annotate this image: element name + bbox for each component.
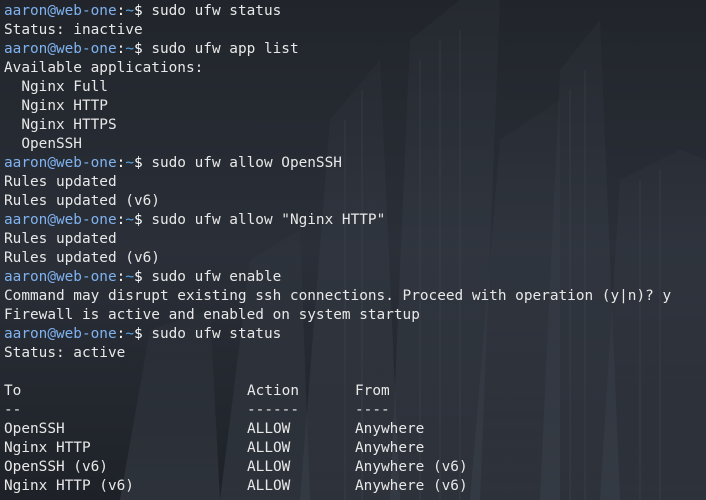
prompt-separator: : [116,326,126,342]
table-divider-row: -- ------ ---- [4,401,706,420]
output-text: Rules updated (v6) [4,193,160,209]
output-text: Rules updated [4,231,117,247]
table-row: OpenSSH (v6) ALLOW Anywhere (v6) [4,458,706,477]
prompt-line: aaron@web-one:~$ sudo ufw status [4,325,706,344]
prompt-symbol: $ [133,41,143,57]
column-action: Action [247,383,299,399]
prompt-line: aaron@web-one:~$ sudo ufw app list [4,40,706,59]
prompt-path: ~ [125,212,134,228]
column-to: Nginx HTTP [4,440,91,456]
column-from: Anywhere [355,440,425,456]
column-action: ------ [247,402,299,418]
prompt-separator: : [116,3,126,19]
column-from: Anywhere (v6) [355,459,468,475]
output-line: Status: active [4,344,706,363]
prompt-user-host: aaron@web-one [4,41,117,57]
prompt-symbol: $ [133,3,143,19]
prompt-line: aaron@web-one:~$ sudo ufw enable [4,268,706,287]
column-to: -- [4,402,22,418]
command-text: sudo ufw status [142,326,282,342]
output-line: Status: inactive [4,21,706,40]
output-line: Firewall is active and enabled on system… [4,306,706,325]
column-action: ALLOW [247,459,291,475]
prompt-user-host: aaron@web-one [4,326,117,342]
prompt-separator: : [116,212,126,228]
output-text: Available applications: [4,60,204,76]
output-line: Nginx HTTPS [4,116,706,135]
column-from: Anywhere (v6) [355,478,468,494]
command-text: sudo ufw status [142,3,282,19]
prompt-path: ~ [125,155,134,171]
prompt-path: ~ [125,326,134,342]
prompt-user-host: aaron@web-one [4,3,117,19]
output-line: Rules updated (v6) [4,192,706,211]
column-from: Anywhere [355,421,425,437]
output-text: Rules updated (v6) [4,250,160,266]
table-row: OpenSSH ALLOW Anywhere [4,420,706,439]
prompt-user-host: aaron@web-one [4,212,117,228]
column-to: OpenSSH (v6) [4,459,108,475]
column-to: Nginx HTTP (v6) [4,478,134,494]
table-row: Nginx HTTP (v6) ALLOW Anywhere (v6) [4,477,706,496]
prompt-line: aaron@web-one:~$ sudo ufw allow "Nginx H… [4,211,706,230]
prompt-separator: : [116,155,126,171]
prompt-separator: : [116,41,126,57]
output-text: Command may disrupt existing ssh connect… [4,288,672,304]
column-action: ALLOW [247,440,291,456]
output-text: Nginx HTTPS [4,117,117,133]
prompt-symbol: $ [133,212,143,228]
prompt-path: ~ [125,3,134,19]
prompt-user-host: aaron@web-one [4,269,117,285]
output-text: Nginx Full [4,79,108,95]
command-text: sudo ufw app list [142,41,299,57]
prompt-symbol: $ [133,326,143,342]
output-text: Status: active [4,345,126,361]
column-to: To [4,383,22,399]
column-action: ALLOW [247,478,291,494]
output-text: Status: inactive [4,22,143,38]
command-text: sudo ufw allow OpenSSH [142,155,342,171]
column-action: ALLOW [247,421,291,437]
output-line: Nginx Full [4,78,706,97]
terminal-output[interactable]: aaron@web-one:~$ sudo ufw status Status: … [0,0,706,500]
command-text: sudo ufw enable [142,269,282,285]
output-line: Rules updated [4,230,706,249]
command-text: sudo ufw allow "Nginx HTTP" [142,212,386,228]
column-from: From [355,383,390,399]
prompt-line: aaron@web-one:~$ sudo ufw allow OpenSSH [4,154,706,173]
output-text: Rules updated [4,174,117,190]
prompt-line: aaron@web-one:~$ sudo ufw status [4,2,706,21]
output-line: Nginx HTTP [4,97,706,116]
prompt-path: ~ [125,41,134,57]
column-from: ---- [355,402,390,418]
output-line: Available applications: [4,59,706,78]
output-line: Rules updated (v6) [4,249,706,268]
output-text: OpenSSH [4,136,82,152]
prompt-user-host: aaron@web-one [4,155,117,171]
output-text: Firewall is active and enabled on system… [4,307,420,323]
output-line: Command may disrupt existing ssh connect… [4,287,706,306]
prompt-symbol: $ [133,155,143,171]
column-to: OpenSSH [4,421,65,437]
output-text: Nginx HTTP [4,98,108,114]
prompt-symbol: $ [133,269,143,285]
prompt-separator: : [116,269,126,285]
prompt-path: ~ [125,269,134,285]
table-header-row: To Action From [4,382,706,401]
output-line: OpenSSH [4,135,706,154]
table-row: Nginx HTTP ALLOW Anywhere [4,439,706,458]
output-line: Rules updated [4,173,706,192]
